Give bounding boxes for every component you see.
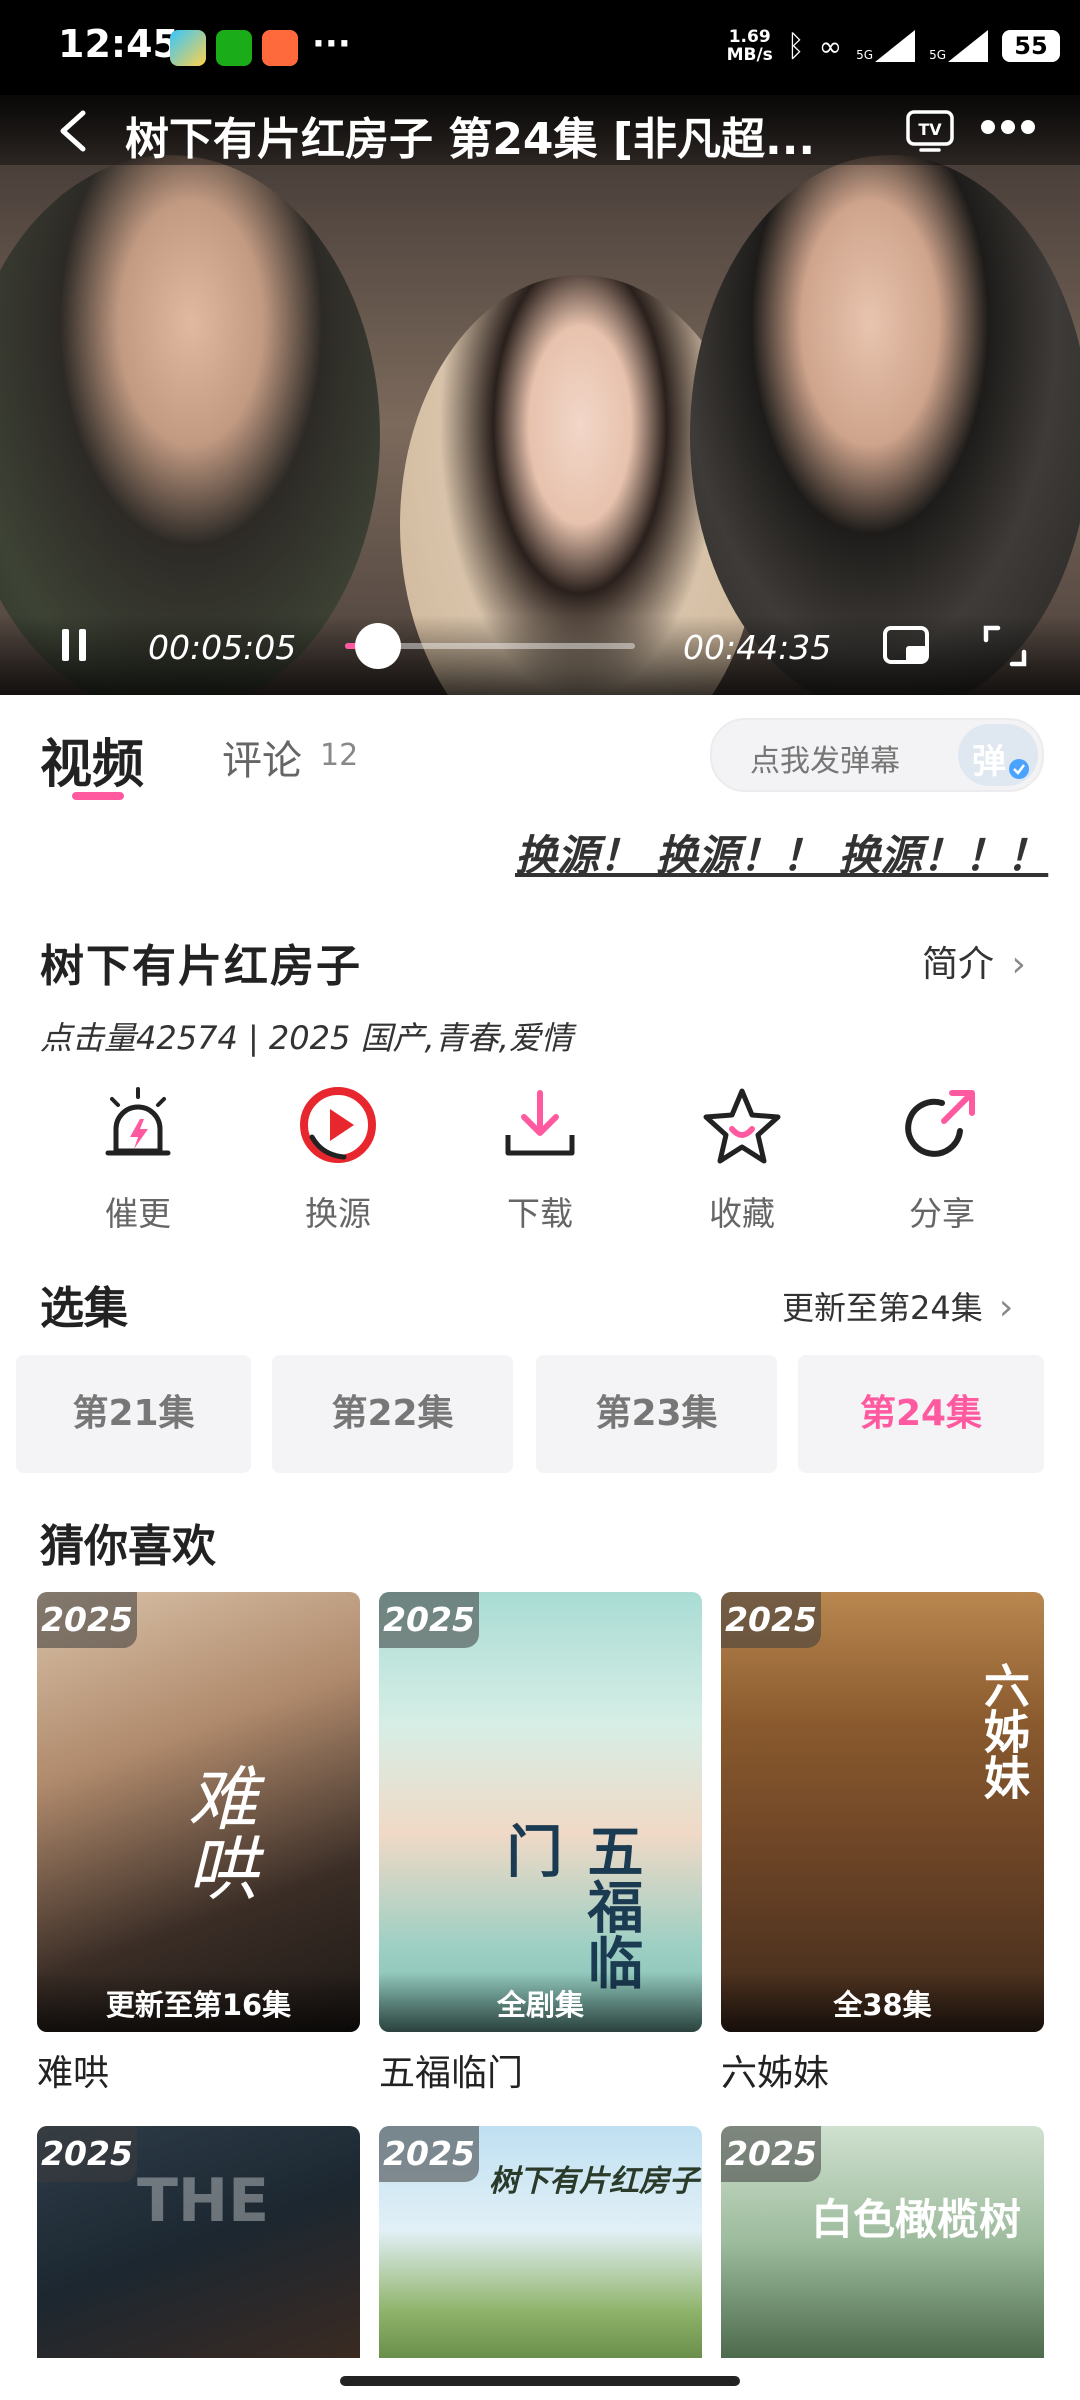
update-label: 更新至第24集 bbox=[782, 1289, 983, 1327]
episode-button[interactable]: 第22集 bbox=[272, 1355, 513, 1473]
picture-in-picture-icon[interactable] bbox=[882, 624, 932, 668]
episode-button[interactable]: 第21集 bbox=[16, 1355, 251, 1473]
video-player[interactable] bbox=[0, 95, 1080, 695]
battery-icon: 55 bbox=[1002, 30, 1060, 62]
year-badge: 2025 bbox=[721, 2126, 821, 2182]
chevron-right-icon: › bbox=[1011, 944, 1026, 985]
episode-status: 更新至第16集 bbox=[37, 1972, 360, 2032]
intro-link[interactable]: 简介 › bbox=[922, 935, 1026, 987]
chevron-right-icon: › bbox=[998, 1287, 1014, 1328]
tab-comments[interactable]: 评论 bbox=[222, 728, 302, 786]
status-indicators: 1.69 MB/s ᛒ ∞ 5G 5G 55 bbox=[727, 28, 1060, 64]
show-meta: 点击量42574 | 2025 国产,青春,爱情 bbox=[40, 1019, 573, 1057]
year-badge: 2025 bbox=[37, 1592, 137, 1648]
poster-calligraphy: 难哄 bbox=[176, 1762, 258, 1902]
comments-count: 12 bbox=[320, 738, 359, 773]
progress-knob[interactable] bbox=[355, 623, 401, 669]
intro-label: 简介 bbox=[922, 944, 995, 985]
poster-image: 白色橄榄树 2025 bbox=[721, 2126, 1044, 2358]
action-download[interactable]: 下载 bbox=[460, 1085, 620, 1235]
recommend-card[interactable]: 六姊妹 2025 全38集 六姊妹 bbox=[721, 1592, 1044, 2096]
action-favorite[interactable]: 收藏 bbox=[662, 1085, 822, 1235]
action-label: 催更 bbox=[105, 1194, 171, 1233]
share-icon bbox=[905, 1090, 975, 1157]
status-time: 12:45 bbox=[58, 22, 179, 66]
card-title: 难哄 bbox=[37, 2053, 110, 2094]
danmu-input-button[interactable]: 点我发弹幕 弹 bbox=[710, 718, 1044, 792]
pause-icon[interactable] bbox=[58, 625, 90, 665]
poster-image: 树下有片红房子 2025 bbox=[379, 2126, 702, 2358]
poster-calligraphy: 六姊妹 bbox=[977, 1662, 1031, 1800]
episode-button[interactable]: 第23集 bbox=[536, 1355, 777, 1473]
more-notifications-icon: ··· bbox=[312, 24, 351, 64]
video-frame-person-right bbox=[690, 155, 1080, 695]
net-speed: 1.69 MB/s bbox=[726, 27, 773, 65]
download-icon bbox=[505, 1090, 575, 1156]
show-title: 树下有片红房子 bbox=[40, 941, 362, 992]
wechat-icon bbox=[216, 30, 252, 66]
poster-image: 五福临门 2025 全剧集 bbox=[379, 1592, 702, 2032]
action-switch-source[interactable]: 换源 bbox=[258, 1085, 418, 1235]
action-label: 换源 bbox=[305, 1194, 371, 1233]
poster-text: THE bbox=[137, 2166, 270, 2236]
poster-image: 难哄 2025 更新至第16集 bbox=[37, 1592, 360, 2032]
action-label: 下载 bbox=[507, 1194, 573, 1233]
recommend-card[interactable]: 难哄 2025 更新至第16集 难哄 bbox=[37, 1592, 360, 2096]
episodes-section-title: 选集 bbox=[40, 1283, 128, 1334]
home-indicator[interactable] bbox=[340, 2376, 740, 2386]
danmu-toggle-label: 弹 bbox=[972, 742, 1006, 782]
signal-icon-2: 5G bbox=[929, 30, 988, 62]
signal-icon: 5G bbox=[856, 30, 916, 62]
app-notification-icon bbox=[170, 30, 206, 66]
poster-image: 六姊妹 2025 全38集 bbox=[721, 1592, 1044, 2032]
recommend-card[interactable]: 五福临门 2025 全剧集 五福临门 bbox=[379, 1592, 702, 2096]
app-notification-icon-2 bbox=[262, 30, 298, 66]
action-label: 收藏 bbox=[709, 1194, 775, 1233]
episode-status: 全剧集 bbox=[379, 1972, 702, 2032]
recommend-card[interactable]: THE 2025 bbox=[37, 2126, 360, 2358]
poster-text: 白色橄榄树 bbox=[811, 2195, 1022, 2244]
tab-active-indicator bbox=[72, 792, 124, 800]
tab-video[interactable]: 视频 bbox=[40, 722, 144, 797]
video-frame-person-left bbox=[0, 155, 380, 695]
scrolling-danmu: 换源！ 换源！！ 换源！！！ bbox=[515, 831, 1049, 880]
episode-button-active[interactable]: 第24集 bbox=[798, 1355, 1044, 1473]
switch-source-icon bbox=[300, 1087, 376, 1163]
alarm-icon bbox=[105, 1087, 171, 1156]
year-badge: 2025 bbox=[37, 2126, 137, 2182]
video-title: 树下有片红房子 第24集 [非凡超... bbox=[125, 114, 816, 165]
star-icon bbox=[703, 1088, 781, 1164]
player-title-bar: 树下有片红房子 第24集 [非凡超... TV bbox=[0, 95, 1080, 165]
recommend-section-title: 猜你喜欢 bbox=[40, 1521, 216, 1572]
more-options-icon[interactable] bbox=[980, 115, 1036, 139]
card-title: 六姊妹 bbox=[721, 2053, 830, 2094]
card-title: 五福临门 bbox=[379, 2053, 524, 2094]
year-badge: 2025 bbox=[379, 2126, 479, 2182]
episodes-update-link[interactable]: 更新至第24集 › bbox=[782, 1283, 1013, 1329]
poster-image: THE 2025 bbox=[37, 2126, 360, 2358]
current-time: 00:05:05 bbox=[148, 628, 297, 667]
recommend-card[interactable]: 树下有片红房子 2025 bbox=[379, 2126, 702, 2358]
action-remind-update[interactable]: 催更 bbox=[58, 1085, 218, 1235]
poster-text: 树下有片红房子 bbox=[489, 2164, 699, 2199]
action-share[interactable]: 分享 bbox=[862, 1085, 1022, 1235]
danmu-toggle[interactable]: 弹 bbox=[958, 724, 1038, 786]
bluetooth-icon: ᛒ bbox=[786, 28, 805, 64]
check-icon bbox=[1009, 759, 1029, 779]
year-badge: 2025 bbox=[721, 1592, 821, 1648]
action-label: 分享 bbox=[909, 1194, 975, 1233]
danmu-placeholder: 点我发弹幕 bbox=[750, 744, 900, 779]
link-icon: ∞ bbox=[818, 29, 843, 63]
tv-cast-icon[interactable]: TV bbox=[905, 107, 955, 153]
recommend-card[interactable]: 白色橄榄树 2025 bbox=[721, 2126, 1044, 2358]
svg-text:TV: TV bbox=[918, 120, 942, 139]
status-bar: 12:45 ··· 1.69 MB/s ᛒ ∞ 5G 5G 55 bbox=[0, 0, 1080, 95]
back-icon[interactable] bbox=[55, 107, 91, 155]
total-time: 00:44:35 bbox=[683, 628, 832, 667]
fullscreen-icon[interactable] bbox=[980, 622, 1030, 670]
year-badge: 2025 bbox=[379, 1592, 479, 1648]
episode-status: 全38集 bbox=[721, 1972, 1044, 2032]
